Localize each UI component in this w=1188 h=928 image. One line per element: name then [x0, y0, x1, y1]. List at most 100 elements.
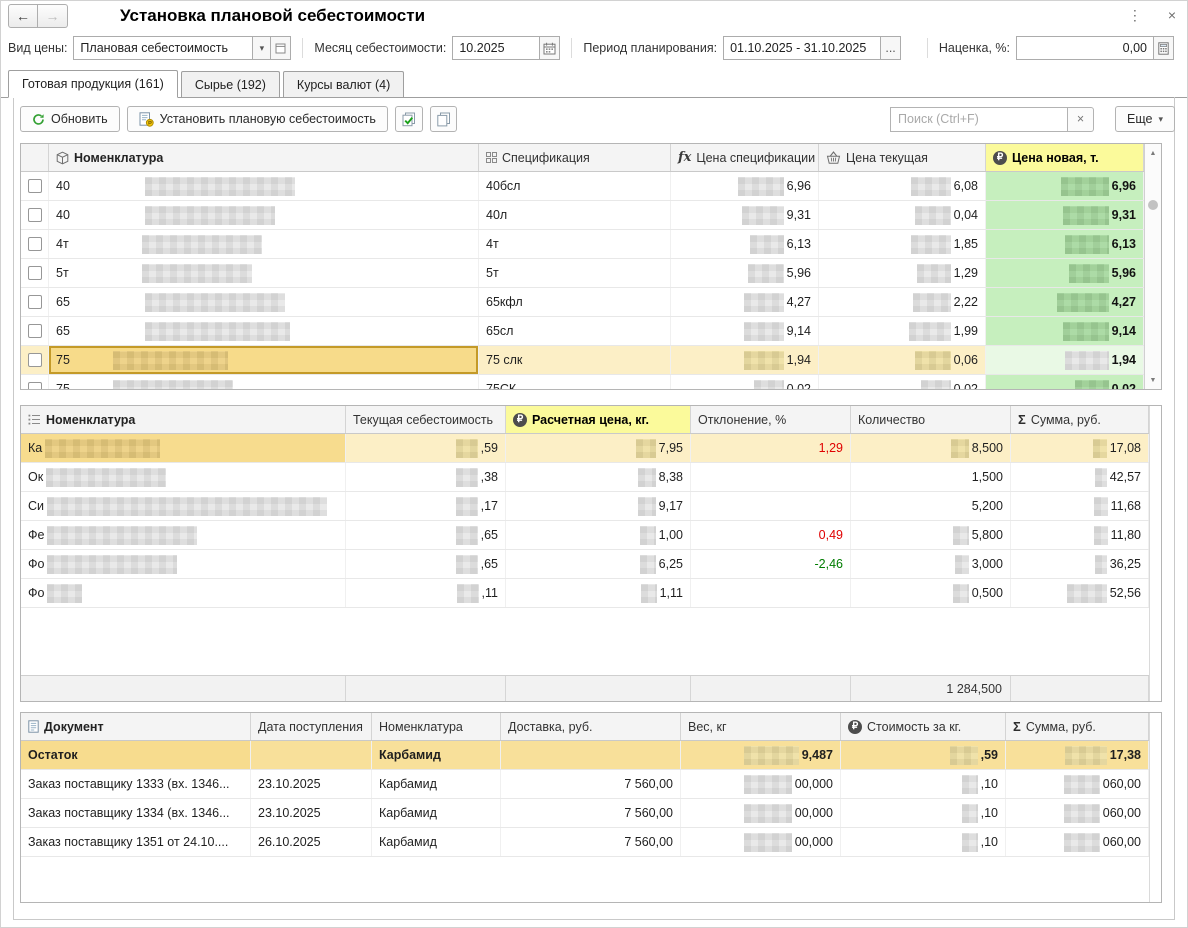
footer-cell-name — [21, 676, 346, 701]
table-row[interactable]: 7575 слк1,940,061,94 — [21, 346, 1161, 375]
redacted-text — [142, 264, 252, 283]
row-checkbox[interactable] — [28, 353, 42, 367]
scroll-up-icon[interactable]: ▲ — [1145, 146, 1161, 160]
ruble-icon: ₽ — [993, 151, 1007, 165]
column-header-spec_price[interactable]: fxЦена спецификации — [671, 144, 819, 171]
period-select-button[interactable]: ... — [881, 36, 901, 60]
column-header-check[interactable] — [21, 144, 49, 171]
redacted-text — [457, 584, 479, 603]
markup-label: Наценка, %: — [939, 41, 1010, 55]
column-header-cur_cost[interactable]: Текущая себестоимость — [346, 406, 506, 433]
row-checkbox[interactable] — [28, 382, 42, 389]
table-row[interactable]: Си,179,175,20011,68 — [21, 492, 1161, 521]
redacted-text — [456, 555, 478, 574]
vertical-scrollbar[interactable]: ▲ ▼ — [1144, 144, 1161, 389]
refresh-icon — [32, 113, 45, 126]
price-type-input[interactable] — [73, 36, 253, 60]
markup-input[interactable] — [1016, 36, 1154, 60]
table-row[interactable]: 6565кфл4,272,224,27 — [21, 288, 1161, 317]
column-header-quantity[interactable]: Количество — [851, 406, 1011, 433]
column-header-spec[interactable]: Спецификация — [479, 144, 671, 171]
table-row[interactable]: 4т4т6,131,856,13 — [21, 230, 1161, 259]
search-input[interactable] — [890, 107, 1068, 132]
column-header-delivery[interactable]: Доставка, руб. — [501, 713, 681, 740]
cost-month-input[interactable] — [452, 36, 540, 60]
column-header-cur_price[interactable]: Цена текущая — [819, 144, 986, 171]
window-titlebar: ← → Установка плановой себестоимости ⋮ × — [0, 0, 1188, 32]
scroll-down-icon[interactable]: ▼ — [1145, 373, 1161, 387]
forward-button[interactable]: → — [38, 4, 68, 28]
price-type-open-button[interactable] — [271, 36, 291, 60]
vertical-scrollbar-track[interactable] — [1149, 713, 1161, 902]
column-header-sum[interactable]: ΣСумма, руб. — [1006, 713, 1149, 740]
table-row[interactable]: ОстатокКарбамид9,487,5917,38 — [21, 741, 1161, 770]
column-header-nom[interactable]: Номенклатура — [372, 713, 501, 740]
scroll-thumb[interactable] — [1148, 200, 1158, 210]
redacted-text — [145, 206, 275, 225]
refresh-button[interactable]: Обновить — [20, 106, 120, 132]
page-title: Установка плановой себестоимости — [120, 6, 425, 26]
table-row[interactable]: 7575СК0,020,020,02 — [21, 375, 1161, 389]
redacted-text — [955, 555, 969, 574]
row-checkbox[interactable] — [28, 179, 42, 193]
table-row[interactable]: Заказ поставщику 1333 (вх. 1346...23.10.… — [21, 770, 1161, 799]
price-type-label: Вид цены: — [8, 41, 67, 55]
table-row[interactable]: Заказ поставщику 1351 от 24.10....26.10.… — [21, 828, 1161, 857]
table-row[interactable]: Ка,597,951,298,50017,08 — [21, 434, 1161, 463]
column-header-price_kg[interactable]: ₽Стоимость за кг. — [841, 713, 1006, 740]
table-row[interactable]: Фе,651,000,495,80011,80 — [21, 521, 1161, 550]
redacted-text — [46, 468, 166, 487]
uncheck-all-button[interactable] — [430, 106, 457, 132]
period-input[interactable] — [723, 36, 881, 60]
search-box: × — [890, 107, 1094, 132]
table-row[interactable]: 6565сл9,141,999,14 — [21, 317, 1161, 346]
redacted-text — [1069, 264, 1109, 283]
footer-cell-calc_price — [506, 676, 691, 701]
table-row[interactable]: Заказ поставщику 1334 (вх. 1346...23.10.… — [21, 799, 1161, 828]
redacted-text — [962, 804, 978, 823]
tab-raw-materials[interactable]: Сырье (192) — [181, 71, 280, 97]
row-checkbox[interactable] — [28, 208, 42, 222]
check-all-button[interactable] — [395, 106, 423, 132]
back-button[interactable]: ← — [8, 4, 38, 28]
row-checkbox[interactable] — [28, 237, 42, 251]
close-icon[interactable]: × — [1168, 6, 1176, 24]
row-checkbox[interactable] — [28, 324, 42, 338]
set-planned-cost-button[interactable]: Установить плановую себестоимость — [127, 106, 388, 132]
column-header-deviation[interactable]: Отклонение, % — [691, 406, 851, 433]
table-row[interactable]: 4040бсл6,966,086,96 — [21, 172, 1161, 201]
table-row[interactable]: 4040л9,310,049,31 — [21, 201, 1161, 230]
column-header-date[interactable]: Дата поступления — [251, 713, 372, 740]
price-type-dropdown-button[interactable]: ▾ — [253, 36, 271, 60]
products-table-body: 4040бсл6,966,086,964040л9,310,049,314т4т… — [21, 172, 1161, 389]
redacted-text — [744, 322, 784, 341]
ruble-icon: ₽ — [513, 413, 527, 427]
table-row[interactable]: 5т5т5,961,295,96 — [21, 259, 1161, 288]
row-checkbox[interactable] — [28, 266, 42, 280]
more-menu-icon[interactable]: ⋮ — [1128, 6, 1142, 24]
cost-month-calendar-button[interactable] — [540, 36, 560, 60]
row-checkbox[interactable] — [28, 295, 42, 309]
tab-finished-goods[interactable]: Готовая продукция (161) — [8, 70, 178, 98]
table-row[interactable]: Фо,111,110,50052,56 — [21, 579, 1161, 608]
tab-currency-rates[interactable]: Курсы валют (4) — [283, 71, 404, 97]
table-row[interactable]: Фо,656,25-2,463,00036,25 — [21, 550, 1161, 579]
redacted-text — [915, 206, 951, 225]
more-button[interactable]: Еще ▾ — [1115, 106, 1175, 132]
redacted-text — [145, 322, 290, 341]
search-clear-button[interactable]: × — [1068, 107, 1094, 132]
vertical-scrollbar-track[interactable] — [1149, 406, 1161, 701]
materials-table-footer: 1 284,500 — [21, 675, 1149, 701]
ruble-icon: ₽ — [848, 720, 862, 734]
documents-table: ДокументДата поступленияНоменклатураДост… — [20, 712, 1162, 903]
markup-calculator-button[interactable] — [1154, 36, 1174, 60]
column-header-name[interactable]: Номенклатура — [49, 144, 479, 171]
column-header-name[interactable]: Номенклатура — [21, 406, 346, 433]
column-header-calc_price[interactable]: ₽Расчетная цена, кг. — [506, 406, 691, 433]
column-header-weight[interactable]: Вес, кг — [681, 713, 841, 740]
column-header-new_price[interactable]: ₽Цена новая, т. — [986, 144, 1144, 171]
column-header-doc[interactable]: Документ — [21, 713, 251, 740]
redacted-text — [1064, 775, 1100, 794]
table-row[interactable]: Ок,388,381,50042,57 — [21, 463, 1161, 492]
column-header-sum[interactable]: ΣСумма, руб. — [1011, 406, 1149, 433]
